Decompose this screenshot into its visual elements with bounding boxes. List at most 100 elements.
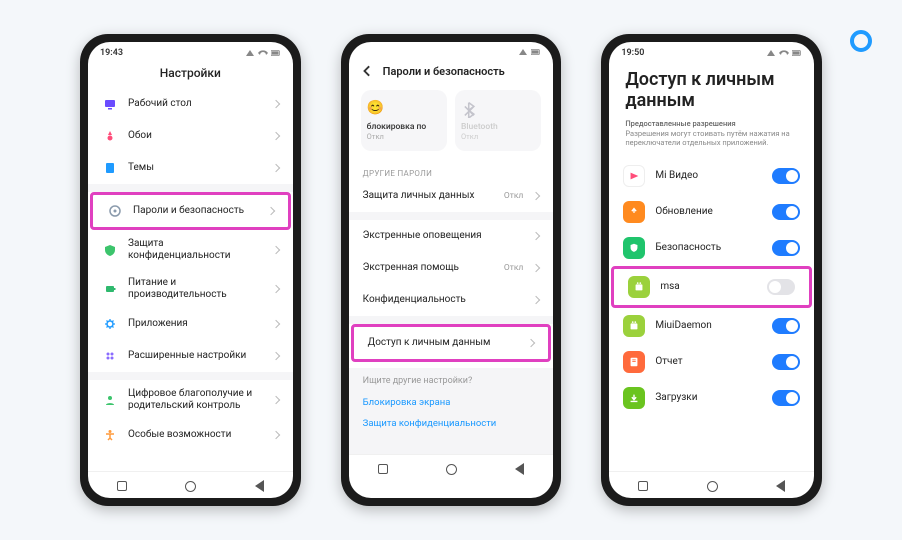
- toggle-security[interactable]: [772, 240, 800, 256]
- row-label: Пароли и безопасность: [133, 205, 258, 217]
- settings-row-accessibility[interactable]: Особые возможности: [88, 419, 293, 451]
- chevron-right-icon: [271, 352, 279, 360]
- phone-frame-3: 19:50 Доступ к личным данным Предоставле…: [601, 34, 822, 506]
- divider: [88, 372, 293, 380]
- row-label: Доступ к личным данным: [368, 337, 519, 349]
- battery-icon: [102, 281, 118, 297]
- desktop-icon: [102, 96, 118, 112]
- toggle-msa[interactable]: [767, 279, 795, 295]
- chevron-right-icon: [532, 192, 540, 200]
- decorative-badge-circle: [850, 30, 872, 52]
- row-label: Питание и производительность: [128, 277, 263, 300]
- divider: [88, 184, 293, 192]
- wallpaper-icon: [102, 128, 118, 144]
- apps-icon: [102, 316, 118, 332]
- row-label: Рабочий стол: [128, 98, 263, 110]
- unlock-card-bluetooth[interactable]: Bluetooth Откл: [455, 90, 541, 151]
- nav-recent-icon[interactable]: [117, 481, 127, 491]
- face-icon: 😊: [367, 100, 385, 118]
- app-label: Обновление: [655, 206, 762, 218]
- toggle-mi-video[interactable]: [772, 168, 800, 184]
- report-app-icon: [623, 351, 645, 373]
- row-label: Экстренные оповещения: [363, 230, 524, 242]
- app-row-security[interactable]: Безопасность: [609, 230, 814, 266]
- card-title: блокировка по: [367, 122, 441, 132]
- row-confidentiality[interactable]: Конфиденциальность: [349, 284, 554, 316]
- page-title: Пароли и безопасность: [383, 65, 505, 78]
- settings-row-apps[interactable]: Приложения: [88, 308, 293, 340]
- accessibility-icon: [102, 427, 118, 443]
- card-sub: Откл: [461, 132, 535, 141]
- phone-frame-1: 19:43 Настройки Рабочий стол Обои Темы П…: [80, 34, 301, 506]
- phone-frame-2: Пароли и безопасность 😊 блокировка по От…: [341, 34, 562, 506]
- nav-home-icon[interactable]: [707, 481, 718, 492]
- search-suggestions: Ищите другие настройки? Блокировка экран…: [349, 368, 554, 454]
- settings-row-themes[interactable]: Темы: [88, 152, 293, 184]
- toggle-downloads[interactable]: [772, 390, 800, 406]
- chevron-right-icon: [271, 320, 279, 328]
- app-row-mi-video[interactable]: Mi Видео: [609, 158, 814, 194]
- status-time: 19:43: [100, 48, 123, 58]
- settings-row-desktop[interactable]: Рабочий стол: [88, 88, 293, 120]
- status-bar: [349, 42, 554, 58]
- row-data-protect[interactable]: Защита личных данных Откл: [349, 180, 554, 212]
- android-navbar: [349, 454, 554, 481]
- app-row-msa[interactable]: msa: [614, 269, 809, 305]
- nav-home-icon[interactable]: [446, 464, 457, 475]
- privacy-icon: [102, 242, 118, 258]
- chevron-right-icon: [532, 296, 540, 304]
- row-personal-data-access[interactable]: Доступ к личным данным: [354, 327, 549, 359]
- status-time: 19:50: [621, 48, 644, 58]
- row-emergency-alerts[interactable]: Экстренные оповещения: [349, 220, 554, 252]
- row-label: Особые возможности: [128, 429, 263, 441]
- app-row-miuidaemon[interactable]: MiuiDaemon: [609, 308, 814, 344]
- bluetooth-icon: [461, 100, 479, 118]
- nav-recent-icon[interactable]: [638, 481, 648, 491]
- toggle-miuidaemon[interactable]: [772, 318, 800, 334]
- app-row-downloads[interactable]: Загрузки: [609, 380, 814, 416]
- chevron-right-icon: [532, 264, 540, 272]
- row-label: Обои: [128, 130, 263, 142]
- toggle-update[interactable]: [772, 204, 800, 220]
- sub-text: Разрешения могут стоивать путём нажатия …: [625, 129, 798, 148]
- row-emergency-help[interactable]: Экстренная помощь Откл: [349, 252, 554, 284]
- settings-row-battery[interactable]: Питание и производительность: [88, 269, 293, 308]
- nav-recent-icon[interactable]: [378, 464, 388, 474]
- msa-app-icon: [628, 276, 650, 298]
- settings-row-privacy[interactable]: Защита конфиденциальности: [88, 230, 293, 269]
- android-navbar: [88, 471, 293, 498]
- back-arrow-icon[interactable]: [361, 64, 375, 78]
- update-app-icon: [623, 201, 645, 223]
- row-label: Защита конфиденциальности: [128, 238, 263, 261]
- chevron-right-icon: [271, 431, 279, 439]
- settings-row-wallpaper[interactable]: Обои: [88, 120, 293, 152]
- app-row-update[interactable]: Обновление: [609, 194, 814, 230]
- search-link-1[interactable]: Защита конфиденциальности: [363, 413, 540, 434]
- app-row-report[interactable]: Отчет: [609, 344, 814, 380]
- chevron-right-icon: [271, 245, 279, 253]
- row-value: Откл: [504, 191, 523, 201]
- nav-back-icon[interactable]: [776, 480, 785, 492]
- card-sub: Откл: [367, 132, 441, 141]
- screen-passwords: Пароли и безопасность 😊 блокировка по От…: [349, 42, 554, 498]
- row-label: Защита личных данных: [363, 190, 494, 202]
- miuidaemon-app-icon: [623, 315, 645, 337]
- nav-back-icon[interactable]: [255, 480, 264, 492]
- nav-home-icon[interactable]: [185, 481, 196, 492]
- advanced-icon: [102, 348, 118, 364]
- highlight-box: msa: [611, 266, 812, 308]
- nav-back-icon[interactable]: [515, 463, 524, 475]
- search-link-0[interactable]: Блокировка экрана: [363, 392, 540, 413]
- toggle-report[interactable]: [772, 354, 800, 370]
- settings-row-wellbeing[interactable]: Цифровое благополучие и родительский кон…: [88, 380, 293, 419]
- chevron-right-icon: [271, 132, 279, 140]
- page-title: Доступ к личным данным: [609, 60, 814, 115]
- highlight-box: Доступ к личным данным: [351, 324, 552, 362]
- row-value: Откл: [504, 263, 523, 273]
- sub-heading: Предоставленные разрешения: [625, 119, 798, 128]
- chevron-right-icon: [271, 395, 279, 403]
- status-icons: [766, 49, 802, 57]
- settings-row-passwords[interactable]: Пароли и безопасность: [93, 195, 288, 227]
- settings-row-advanced[interactable]: Расширенные настройки: [88, 340, 293, 372]
- unlock-card-face[interactable]: 😊 блокировка по Откл: [361, 90, 447, 151]
